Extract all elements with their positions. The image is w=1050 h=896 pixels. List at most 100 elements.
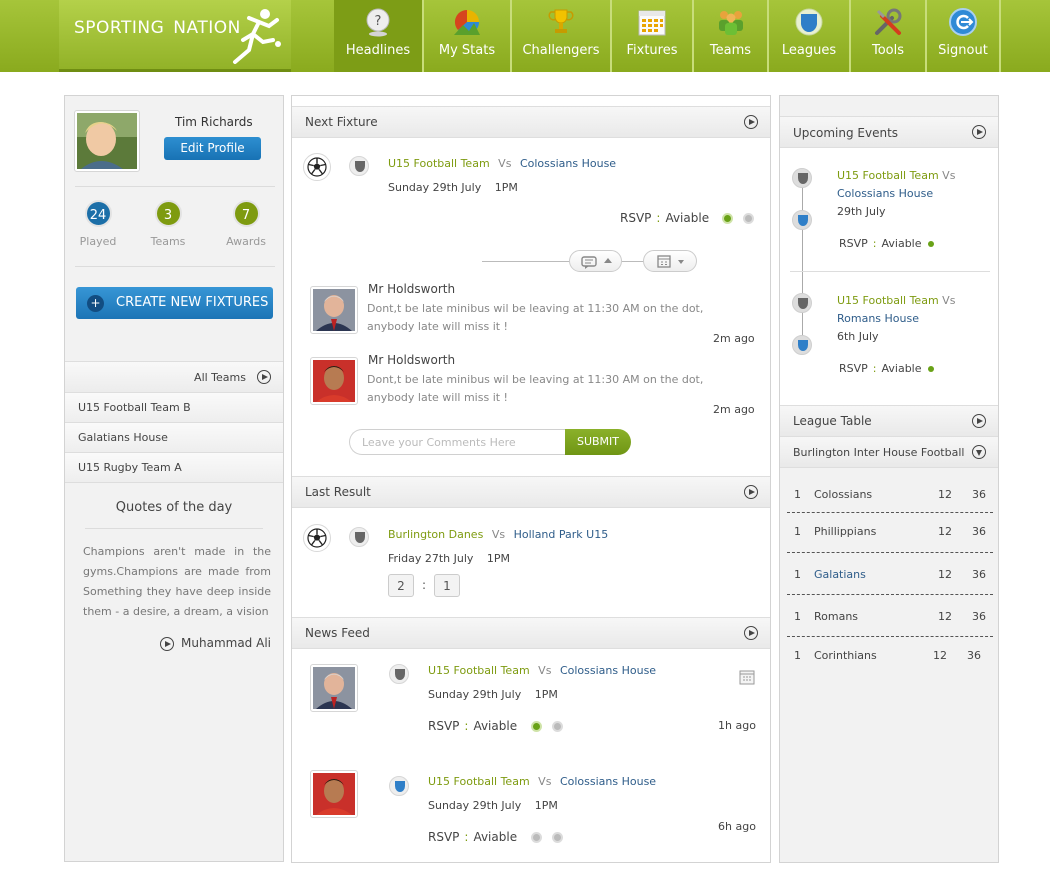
calendar-icon[interactable] <box>739 669 755 685</box>
edit-profile-button[interactable]: Edit Profile <box>164 137 261 160</box>
create-new-fixtures-button[interactable]: + CREATE NEW FIXTURES <box>76 287 273 319</box>
calendar-icon <box>657 255 671 268</box>
news-time: 1PM <box>534 799 558 812</box>
league-team: Romans <box>814 610 859 623</box>
submit-comment-button[interactable]: SUBMIT <box>565 429 631 455</box>
comment-icon <box>581 256 597 269</box>
calendar-icon <box>638 10 666 36</box>
news-date: Sunday 29th July 1PM <box>428 688 558 701</box>
news-avatar[interactable] <box>310 770 358 818</box>
team-crest-icon <box>389 664 409 684</box>
quote-author[interactable]: Muhammad Ali <box>160 636 271 651</box>
news-teams: U15 Football Team Vs Colossians House <box>428 775 656 788</box>
rsvp-label: RSVP <box>428 830 460 844</box>
nav-teams[interactable]: Teams <box>694 0 769 72</box>
stat-value: 3 <box>154 200 182 227</box>
rsvp-label: RSVP <box>428 719 460 733</box>
divider <box>787 594 993 595</box>
all-teams-header[interactable]: All Teams <box>65 361 283 393</box>
arrow-right-icon[interactable] <box>744 485 758 499</box>
last-result-header: Last Result <box>292 476 770 508</box>
comments-toggle[interactable] <box>569 250 622 272</box>
league-played: 12 <box>938 610 952 623</box>
brand-logo[interactable]: SPORTING NATION <box>59 0 291 72</box>
arrow-right-icon <box>257 370 271 384</box>
home-team-link[interactable]: U15 Football Team <box>837 294 939 307</box>
arrow-right-icon[interactable] <box>972 414 986 428</box>
team-item[interactable]: U15 Football Team B <box>65 393 283 423</box>
rsvp-yes-radio[interactable] <box>531 832 542 843</box>
arrow-right-icon[interactable] <box>744 115 758 129</box>
rsvp-yes-radio[interactable] <box>722 213 733 224</box>
arrow-right-icon[interactable] <box>744 626 758 640</box>
away-team-link[interactable]: Colossians House <box>837 187 933 200</box>
arrow-right-icon[interactable] <box>972 125 986 139</box>
nav-headlines[interactable]: ? Headlines <box>334 0 424 72</box>
league-table-header: League Table <box>780 405 998 437</box>
rsvp-status: RSVP: Aviable <box>428 830 518 844</box>
league-played: 12 <box>933 649 947 662</box>
news-avatar[interactable] <box>310 664 358 712</box>
rsvp-no-radio[interactable] <box>552 721 563 732</box>
team-item[interactable]: U15 Rugby Team A <box>65 453 283 483</box>
rsvp-yes-radio[interactable] <box>531 721 542 732</box>
shield-icon <box>795 8 823 36</box>
headlines-icon: ? <box>366 8 390 37</box>
team-crest-icon <box>349 527 369 547</box>
rsvp-status: RSVP: Aviable <box>428 719 518 733</box>
plus-icon: + <box>87 295 104 312</box>
comment-author: Mr Holdsworth <box>368 353 456 367</box>
away-team-link[interactable]: Romans House <box>837 312 919 325</box>
stat-value: 24 <box>84 200 112 227</box>
rsvp-no-radio[interactable] <box>552 832 563 843</box>
trophy-icon <box>548 9 574 33</box>
comment-text: Dont,t be late minibus wil be leaving at… <box>367 302 704 333</box>
fixture-teams: U15 Football Team Vs Colossians House <box>388 157 616 170</box>
nav-leagues[interactable]: Leagues <box>769 0 851 72</box>
nav-label: Headlines <box>345 43 411 58</box>
divider <box>787 552 993 553</box>
event-rsvp: RSVP: Aviable <box>839 362 934 375</box>
nav-fixtures[interactable]: Fixtures <box>612 0 694 72</box>
vs-label: Vs <box>498 157 512 170</box>
profile-avatar[interactable] <box>74 110 140 172</box>
league-team: Phillippians <box>814 525 877 538</box>
divider <box>75 266 275 267</box>
away-team-link[interactable]: Holland Park U15 <box>514 528 609 541</box>
event-teams: U15 Football Team Vs Romans House 6th Ju… <box>837 292 955 346</box>
away-team-link[interactable]: Colossians House <box>560 775 656 788</box>
nav-challengers[interactable]: Challengers <box>512 0 612 72</box>
rsvp-no-radio[interactable] <box>743 213 754 224</box>
team-crest-icon <box>792 210 812 230</box>
league-points: 36 <box>972 525 986 538</box>
main-nav: ? Headlines My Stats Challengers Fixture… <box>334 0 1001 72</box>
away-team-link[interactable]: Colossians House <box>520 157 616 170</box>
section-title: News Feed <box>305 626 370 640</box>
section-title: Upcoming Events <box>793 126 899 140</box>
commenter-avatar[interactable] <box>310 357 358 405</box>
team-item[interactable]: Galatians House <box>65 423 283 453</box>
league-team: Corinthians <box>814 649 877 662</box>
away-score: 1 <box>434 574 460 597</box>
nav-tools[interactable]: Tools <box>851 0 927 72</box>
league-rank: 1 <box>794 488 801 501</box>
nav-signout[interactable]: Signout <box>927 0 1001 72</box>
away-team-link[interactable]: Colossians House <box>560 664 656 677</box>
section-title: League Table <box>793 414 872 428</box>
league-selector[interactable]: Burlington Inter House Football <box>780 436 998 468</box>
commenter-avatar[interactable] <box>310 286 358 334</box>
home-team-link[interactable]: Burlington Danes <box>388 528 483 541</box>
stat-label: Awards <box>226 235 266 248</box>
divider <box>622 261 644 262</box>
home-team-link[interactable]: U15 Football Team <box>428 775 530 788</box>
team-crest-icon <box>349 156 369 176</box>
comment-input[interactable] <box>349 429 567 455</box>
home-team-link[interactable]: U15 Football Team <box>837 169 939 182</box>
league-played: 12 <box>938 525 952 538</box>
nav-my-stats[interactable]: My Stats <box>424 0 512 72</box>
news-date-text: Sunday 29th July <box>428 688 522 701</box>
home-team-link[interactable]: U15 Football Team <box>428 664 530 677</box>
home-team-link[interactable]: U15 Football Team <box>388 157 490 170</box>
svg-text:?: ? <box>375 14 382 29</box>
calendar-toggle[interactable] <box>643 250 697 272</box>
